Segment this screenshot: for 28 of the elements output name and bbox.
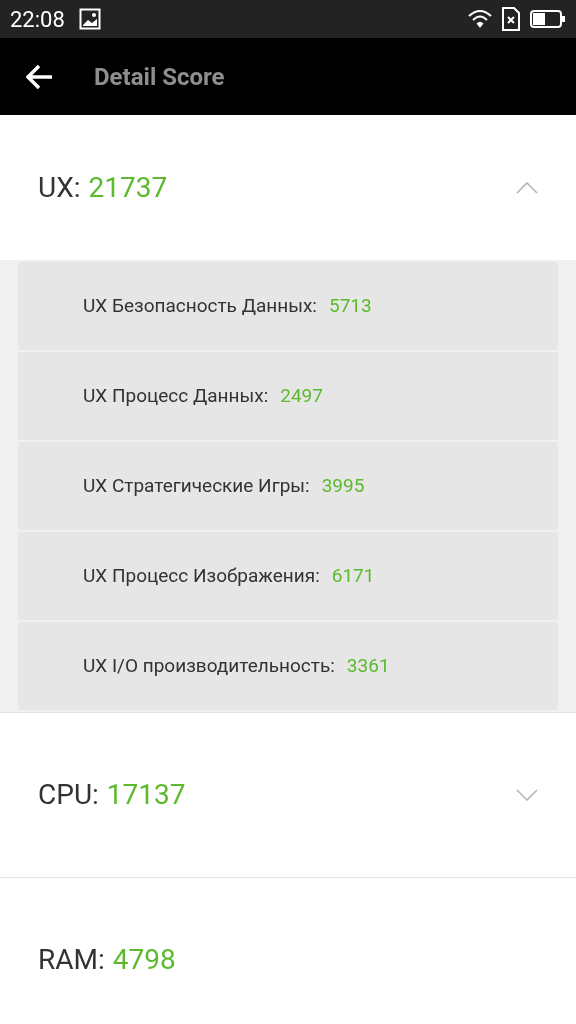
detail-score: 2497 [280,382,323,409]
detail-score: 6171 [331,562,375,589]
wifi-icon [468,9,492,29]
section-header[interactable]: RAM: 4798 [0,877,576,1024]
section-score: 4798 [112,942,176,978]
clock: 22:08 [10,5,65,34]
section-label: UX: [38,169,81,206]
detail-score: 3995 [321,472,365,499]
detail-score: 3361 [346,652,390,679]
sim-card-icon [502,7,520,31]
detail-label: UX Процесс Изображения: [83,562,320,589]
detail-label: UX Процесс Данных: [83,382,269,409]
screen-title: Detail Score [94,61,225,93]
section-label: RAM: [38,942,105,978]
detail-score: 5713 [328,292,372,319]
detail-label: UX I/O производительность: [83,652,335,679]
section-header[interactable]: UX: 21737 [0,115,576,260]
back-arrow-icon[interactable] [26,63,54,90]
section-score: 21737 [88,169,168,206]
battery-icon [530,9,566,29]
chevron-down-icon[interactable] [516,789,538,801]
section-label: CPU: [38,777,99,813]
detail-label: UX Стратегические Игры: [83,472,310,499]
section-score: 17137 [106,777,186,813]
image-icon [78,8,101,30]
section-header[interactable]: CPU: 17137 [0,712,576,877]
chevron-up-icon[interactable] [516,181,538,194]
detail-label: UX Безопасность Данных: [83,292,317,319]
